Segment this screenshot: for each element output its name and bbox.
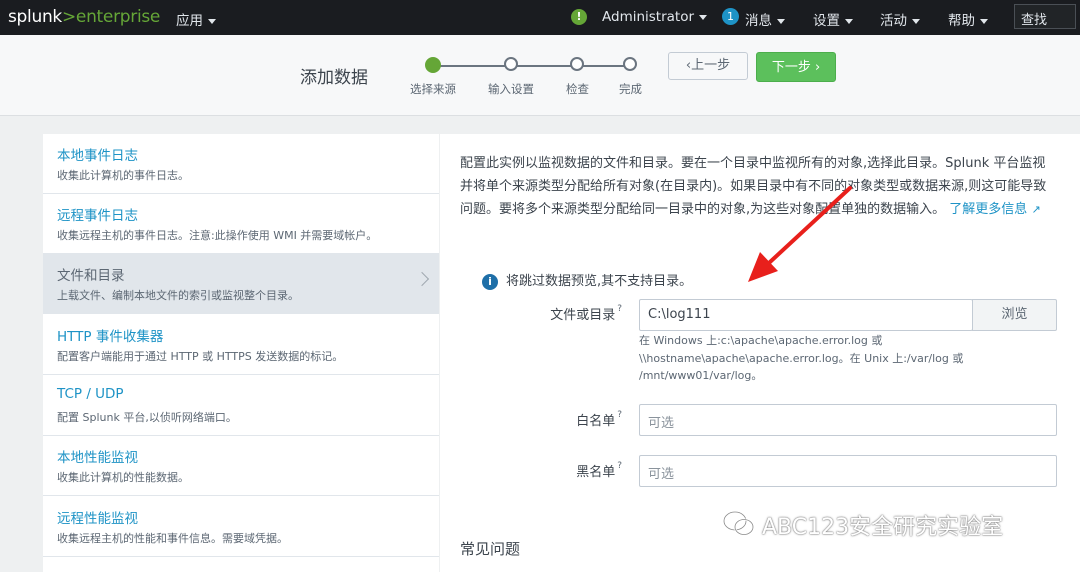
learn-more-label: 了解更多信息 bbox=[949, 202, 1028, 217]
blacklist-placeholder: 可选 bbox=[648, 467, 675, 482]
chevron-down-icon bbox=[845, 18, 853, 24]
source-item-desc: 上载文件、编制本地文件的索引或监视整个目录。 bbox=[57, 289, 299, 302]
browse-button[interactable]: 浏览 bbox=[972, 299, 1057, 331]
file-path-help-text: 在 Windows 上:c:\apache\apache.error.log 或… bbox=[639, 334, 964, 382]
source-item-desc: 收集此计算机的性能数据。 bbox=[57, 471, 189, 484]
source-item-desc: 配置 Splunk 平台,以侦听网络端口。 bbox=[57, 411, 237, 424]
source-item-http-event-collector[interactable]: HTTP 事件收集器 配置客户端能用于通过 HTTP 或 HTTPS 发送数据的… bbox=[43, 315, 439, 375]
user-name: Administrator bbox=[602, 9, 695, 25]
chevron-right-icon: › bbox=[810, 60, 821, 75]
user-menu[interactable]: Administrator bbox=[602, 9, 708, 25]
prev-button[interactable]: ‹上一步 bbox=[668, 52, 748, 80]
step-dot-select-source bbox=[425, 57, 441, 73]
help-question-icon[interactable]: ? bbox=[617, 410, 622, 420]
source-item-remote-event-log[interactable]: 远程事件日志 收集远程主机的事件日志。注意:此操作使用 WMI 并需要域帐户。 bbox=[43, 194, 439, 254]
activity-menu-label: 活动 bbox=[880, 13, 907, 29]
step-dot-input-settings bbox=[504, 57, 518, 71]
step-label-review: 检查 bbox=[566, 82, 589, 96]
chevron-down-icon bbox=[980, 18, 988, 24]
file-directory-label: 文件或目录? bbox=[502, 304, 622, 323]
chevron-down-icon bbox=[208, 18, 216, 24]
messages-menu[interactable]: 消息 bbox=[745, 9, 785, 29]
step-label-input-settings: 输入设置 bbox=[488, 82, 534, 96]
whitelist-label-text: 白名单 bbox=[576, 414, 616, 429]
logo-enterprise: enterprise bbox=[75, 7, 161, 27]
prev-button-label: 上一步 bbox=[691, 58, 731, 73]
search-input[interactable]: 查找 bbox=[1014, 4, 1076, 29]
messages-count-badge[interactable]: 1 bbox=[722, 8, 739, 25]
source-item-files-directories[interactable]: 文件和目录 上载文件、编制本地文件的索引或监视整个目录。 bbox=[43, 254, 439, 314]
faq-heading: 常见问题 bbox=[460, 540, 521, 558]
activity-menu[interactable]: 活动 bbox=[880, 9, 920, 29]
file-directory-label-text: 文件或目录 bbox=[550, 308, 616, 323]
whitelist-input[interactable]: 可选 bbox=[639, 404, 1057, 436]
info-notice: i 将跳过数据预览,其不支持目录。 bbox=[482, 270, 692, 290]
help-menu[interactable]: 帮助 bbox=[948, 9, 988, 29]
source-item-title: 本地事件日志 bbox=[57, 148, 138, 164]
source-item-remote-perfmon[interactable]: 远程性能监视 收集远程主机的性能和事件信息。需要域凭据。 bbox=[43, 497, 439, 557]
source-item-local-perfmon[interactable]: 本地性能监视 收集此计算机的性能数据。 bbox=[43, 436, 439, 496]
blacklist-input[interactable]: 可选 bbox=[639, 455, 1057, 487]
apps-menu-label: 应用 bbox=[176, 13, 203, 29]
settings-menu-label: 设置 bbox=[813, 13, 840, 29]
external-link-icon: ↗ bbox=[1031, 203, 1041, 216]
source-item-desc: 收集远程主机的性能和事件信息。需要域凭据。 bbox=[57, 532, 288, 545]
step-label-done: 完成 bbox=[619, 82, 642, 96]
step-dot-done bbox=[623, 57, 637, 71]
logo-splunk: splunk bbox=[8, 7, 62, 27]
chevron-down-icon bbox=[912, 18, 920, 24]
next-button-label: 下一步 bbox=[771, 60, 811, 75]
watermark-text: ABC123安全研究实验室 bbox=[762, 515, 1004, 540]
source-type-list: 本地事件日志 收集此计算机的事件日志。 远程事件日志 收集远程主机的事件日志。注… bbox=[43, 134, 439, 572]
source-item-title: 远程事件日志 bbox=[57, 208, 138, 224]
file-directory-input[interactable]: C:\log111 bbox=[639, 299, 973, 331]
source-item-tcp-udp[interactable]: TCP / UDP 配置 Splunk 平台,以侦听网络端口。 bbox=[43, 376, 439, 436]
chevron-right-icon bbox=[414, 271, 430, 287]
help-question-icon[interactable]: ? bbox=[617, 461, 622, 471]
health-status-icon[interactable]: ! bbox=[571, 9, 587, 25]
top-nav-bar: splunk>enterprise 应用 ! Administrator 1 消… bbox=[0, 0, 1080, 35]
source-item-title: 远程性能监视 bbox=[57, 511, 138, 527]
chevron-down-icon bbox=[699, 14, 708, 20]
apps-menu[interactable]: 应用 bbox=[176, 9, 216, 29]
learn-more-link[interactable]: 了解更多信息 ↗ bbox=[949, 202, 1040, 217]
source-item-local-event-log[interactable]: 本地事件日志 收集此计算机的事件日志。 bbox=[43, 134, 439, 194]
source-config-panel: 配置此实例以监视数据的文件和目录。要在一个目录中监视所有的对象,选择此目录。Sp… bbox=[440, 134, 1080, 572]
source-item-desc: 收集此计算机的事件日志。 bbox=[57, 169, 189, 182]
help-question-icon[interactable]: ? bbox=[617, 304, 622, 314]
source-item-title: 本地性能监视 bbox=[57, 450, 138, 466]
settings-menu[interactable]: 设置 bbox=[813, 9, 853, 29]
source-description: 配置此实例以监视数据的文件和目录。要在一个目录中监视所有的对象,选择此目录。Sp… bbox=[460, 152, 1056, 221]
source-item-title: HTTP 事件收集器 bbox=[57, 329, 164, 345]
help-menu-label: 帮助 bbox=[948, 13, 975, 29]
source-item-title: 文件和目录 bbox=[57, 268, 125, 284]
messages-menu-label: 消息 bbox=[745, 13, 772, 29]
source-item-desc: 配置客户端能用于通过 HTTP 或 HTTPS 发送数据的标记。 bbox=[57, 350, 344, 363]
whitelist-placeholder: 可选 bbox=[648, 416, 675, 431]
info-icon: i bbox=[482, 273, 498, 290]
blacklist-label-text: 黑名单 bbox=[576, 465, 616, 480]
whitelist-label: 白名单? bbox=[502, 410, 622, 429]
wechat-icon bbox=[723, 511, 754, 536]
step-label-select-source: 选择来源 bbox=[410, 82, 456, 96]
wizard-header: 添加数据 选择来源 输入设置 检查 完成 ‹上一步 下一步 › bbox=[0, 35, 1080, 116]
logo-gt: > bbox=[61, 7, 76, 27]
step-dot-review bbox=[570, 57, 584, 71]
blacklist-label: 黑名单? bbox=[502, 461, 622, 480]
info-notice-text: 将跳过数据预览,其不支持目录。 bbox=[506, 274, 693, 289]
source-item-desc: 收集远程主机的事件日志。注意:此操作使用 WMI 并需要域帐户。 bbox=[57, 229, 378, 242]
step-progress-line bbox=[440, 65, 630, 67]
next-button[interactable]: 下一步 › bbox=[756, 52, 836, 82]
splunk-logo[interactable]: splunk>enterprise bbox=[8, 7, 160, 27]
chevron-down-icon bbox=[777, 18, 785, 24]
page-title: 添加数据 bbox=[300, 68, 368, 88]
source-item-title: TCP / UDP bbox=[57, 386, 124, 402]
